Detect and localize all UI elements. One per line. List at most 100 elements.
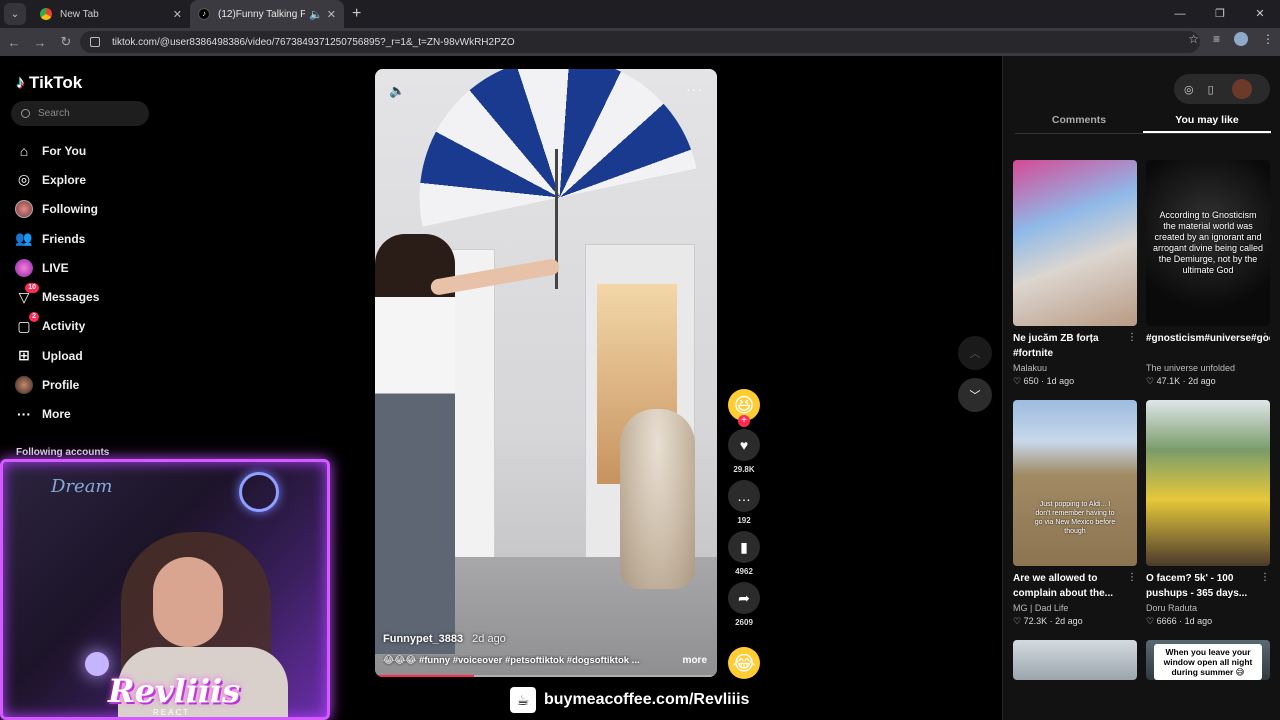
card-thumbnail — [1013, 160, 1137, 326]
previous-video-button[interactable]: ︿ — [958, 336, 992, 370]
share-button[interactable]: ➦ 2609 — [727, 582, 761, 627]
window-controls: — ❐ ✕ — [1160, 0, 1280, 28]
video-person — [375, 234, 455, 654]
heart-outline-icon: ♡ — [1146, 376, 1155, 386]
site-info-icon[interactable] — [90, 37, 100, 47]
forward-icon[interactable]: → — [28, 35, 52, 50]
address-bar[interactable]: tiktok.com/@user8386498386/video/7673849… — [80, 31, 1200, 53]
recommended-card[interactable]: O facem? 5k' - 100 pushups - 365 days...… — [1146, 400, 1270, 627]
speaker-icon[interactable]: 🔈 — [309, 8, 323, 21]
back-icon[interactable]: ← — [2, 35, 26, 50]
reload-icon[interactable]: ↻ — [54, 34, 78, 50]
like-button[interactable]: ♥ 29.8K — [727, 429, 761, 474]
card-more-icon[interactable]: ⋮ — [1127, 332, 1137, 343]
recommended-card[interactable]: Ne jucăm ZB forța #fortnite ⋮ Malakuu ♡ … — [1013, 160, 1137, 387]
comment-button[interactable]: … 192 — [727, 480, 761, 525]
phone-icon[interactable]: ▯ — [1208, 83, 1214, 96]
card-more-icon[interactable]: ⋮ — [1260, 332, 1270, 343]
sidebar-item-label: Explore — [42, 172, 87, 187]
restore-icon[interactable]: ❐ — [1200, 0, 1240, 28]
tiktok-favicon-icon: ♪ — [198, 8, 210, 20]
tab-search-button[interactable]: ⌄ — [4, 3, 26, 25]
video-player[interactable]: 🔈 ··· Funnypet_3883 2d ago 😂😂😂 #funny #v… — [375, 69, 717, 677]
video-author[interactable]: Funnypet_3883 2d ago — [383, 633, 506, 645]
recommended-card[interactable]: Just popping to Aldi... I don't remember… — [1013, 400, 1137, 627]
search-placeholder: Search — [38, 108, 70, 119]
messages-badge: 10 — [25, 283, 39, 294]
sidebar-menu: ⌂ For You ◎ Explore Following 👥 Friends … — [14, 136, 99, 429]
follow-plus-icon[interactable]: + — [738, 415, 750, 427]
panel-top-controls: ◎ ▯ — [1174, 74, 1270, 104]
user-avatar[interactable] — [1231, 79, 1252, 99]
sidebar-item-profile[interactable]: Profile — [14, 370, 99, 399]
sidebar-item-friends[interactable]: 👥 Friends — [14, 224, 99, 253]
media-controls-icon[interactable]: ≡ — [1213, 32, 1220, 46]
sidebar-item-activity[interactable]: ▢ 2 Activity — [14, 312, 99, 341]
card-overlay-text: When you leave your window open all nigh… — [1154, 644, 1262, 680]
sidebar-item-upload[interactable]: ⊞ Upload — [14, 341, 99, 370]
compass-icon[interactable]: ◎ — [1184, 83, 1194, 96]
video-more-icon[interactable]: ··· — [686, 81, 703, 97]
next-video-button[interactable]: ﹀ — [958, 378, 992, 412]
card-more-icon[interactable]: ⋮ — [1260, 572, 1270, 583]
sidebar-item-messages[interactable]: ▽ 10 Messages — [14, 282, 99, 311]
card-title: #gnosticism#universe#god#fyp#viral — [1146, 333, 1270, 344]
sidebar-item-label: Upload — [42, 348, 83, 363]
following-accounts-heading: Following accounts — [16, 447, 110, 458]
close-tab-icon[interactable]: ✕ — [327, 8, 336, 21]
coffee-banner: ☕ buymeacoffee.com/Revliiis — [510, 686, 749, 714]
card-thumbnail — [1013, 640, 1137, 680]
neon-sign: Dream — [51, 476, 113, 497]
sidebar-item-following[interactable]: Following — [14, 195, 99, 224]
sidebar-item-live[interactable]: LIVE — [14, 253, 99, 282]
video-progress-bar[interactable] — [375, 675, 717, 677]
close-tab-icon[interactable]: ✕ — [173, 8, 182, 21]
share-count: 2609 — [735, 618, 753, 627]
volume-icon[interactable]: 🔈 — [389, 83, 405, 99]
card-author: Doru Raduta — [1146, 603, 1198, 613]
sidebar-item-label: Messages — [42, 290, 100, 305]
planet-neon-icon — [239, 472, 279, 512]
video-actions: 😆 + ♥ 29.8K … 192 ▮ 4962 ➦ 2609 — [727, 389, 761, 633]
activity-badge: 2 — [29, 312, 39, 323]
sidebar-item-more[interactable]: ··· More — [14, 400, 99, 429]
chrome-icon — [40, 8, 52, 20]
menu-kebab-icon[interactable]: ⋮ — [1262, 32, 1274, 46]
card-meta: ♡ 72.3K · 2d ago — [1013, 616, 1083, 626]
recommended-card[interactable]: According to Gnosticism the material wor… — [1146, 160, 1270, 387]
new-tab-button[interactable]: + — [352, 5, 361, 23]
sidebar-item-label: More — [42, 407, 71, 422]
search-input[interactable]: Search — [11, 101, 149, 126]
like-count: 29.8K — [733, 465, 755, 474]
sidebar-item-for-you[interactable]: ⌂ For You — [14, 136, 99, 165]
share-icon: ➦ — [728, 582, 760, 614]
stream-brand-logo: Revliiis — [108, 672, 241, 710]
sidebar-item-label: Activity — [42, 319, 86, 334]
recommended-card[interactable] — [1013, 640, 1137, 680]
tab-you-may-like[interactable]: You may like — [1143, 108, 1271, 133]
minimize-icon[interactable]: — — [1160, 0, 1200, 28]
search-icon — [21, 109, 30, 118]
right-panel: ◎ ▯ Comments You may like Ne jucăm ZB fo… — [1002, 56, 1280, 720]
creator-avatar[interactable]: 😆 + — [727, 389, 761, 427]
sidebar-item-label: LIVE — [42, 260, 69, 275]
browser-tab-new-tab[interactable]: New Tab ✕ — [32, 0, 190, 28]
caption-more-link[interactable]: more — [683, 655, 707, 666]
close-window-icon[interactable]: ✕ — [1240, 0, 1280, 28]
tab-comments[interactable]: Comments — [1015, 108, 1143, 133]
recommended-card[interactable]: When you leave your window open all nigh… — [1146, 640, 1270, 680]
save-button[interactable]: ▮ 4962 — [727, 531, 761, 576]
toolbar-actions: ☆ ≡ ⋮ — [1188, 32, 1274, 46]
chevron-up-icon: ︿ — [969, 348, 981, 360]
profile-avatar[interactable] — [1234, 32, 1248, 46]
tiktok-logo[interactable]: ♪ TikTok — [16, 72, 82, 93]
bookmark-star-icon[interactable]: ☆ — [1188, 32, 1199, 46]
streamer-face — [153, 557, 223, 647]
tiktok-note-icon: ♪ — [16, 72, 25, 92]
card-more-icon[interactable]: ⋮ — [1127, 572, 1137, 583]
sidebar-item-explore[interactable]: ◎ Explore — [14, 165, 99, 194]
music-disc-emoji[interactable]: 😂 — [728, 647, 760, 679]
card-title: Are we allowed to complain about the... — [1013, 573, 1114, 599]
browser-tab-tiktok[interactable]: ♪ (12)Funny Talking Pets: Best 🔈 ✕ — [190, 0, 344, 28]
browser-toolbar: ← → ↻ tiktok.com/@user8386498386/video/7… — [0, 28, 1280, 56]
